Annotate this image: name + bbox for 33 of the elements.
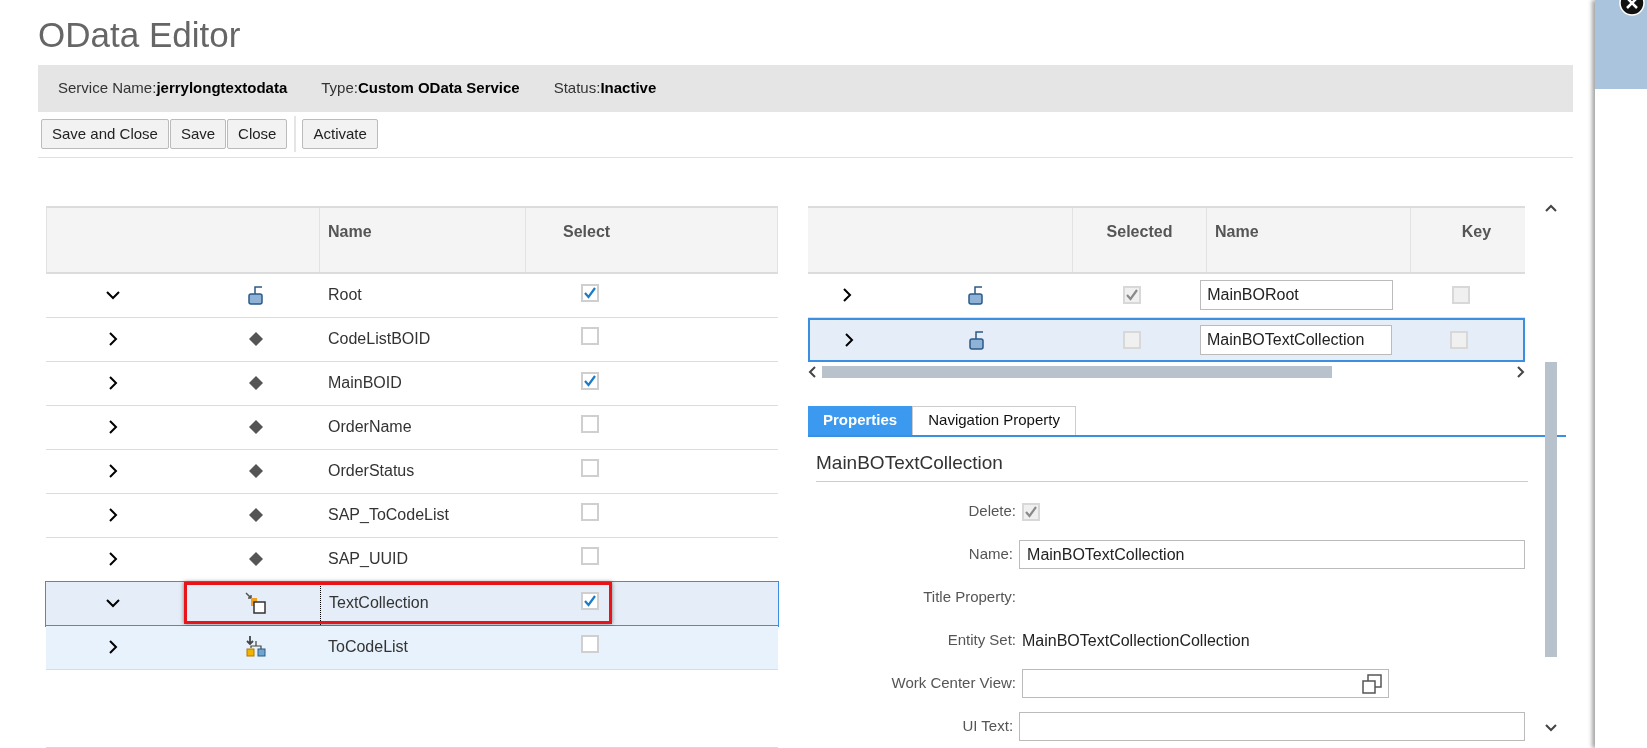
text-field[interactable]: MainBOTextCollection	[1019, 540, 1525, 569]
table-cell-text: MainBOID	[327, 373, 403, 393]
toolbar-button[interactable]: Save and Close	[41, 119, 169, 150]
field-label: Delete:	[967, 501, 1017, 522]
info-text: Service Name:jerrylongtextodata	[58, 78, 288, 99]
column-header: Select	[526, 207, 778, 272]
table-cell-text: Root	[327, 285, 363, 305]
table-cell-text: SAP_ToCodeList	[327, 505, 450, 525]
table-cell-text: OrderStatus	[327, 461, 416, 481]
page-title: OData Editor	[38, 14, 242, 56]
field-value: MainBOTextCollectionCollection	[1022, 630, 1250, 651]
toolbar-button[interactable]: Close	[227, 119, 288, 150]
column-header: Name	[1207, 207, 1411, 272]
column-header: Key	[1411, 207, 1525, 272]
info-text: Status:Inactive	[553, 78, 657, 99]
field-label: Entity Set:	[946, 630, 1017, 651]
field-label: Title Property:	[922, 587, 1017, 608]
toolbar-button[interactable]: Save	[169, 119, 227, 150]
table-cell-text: ToCodeList	[327, 637, 410, 657]
toolbar-button[interactable]: Activate	[302, 119, 378, 150]
tab[interactable]: Navigation Property	[912, 405, 1076, 435]
tree-row[interactable]: TextCollection	[46, 581, 778, 626]
column-header: Name	[320, 207, 526, 272]
field-label: Name:	[967, 544, 1015, 565]
table-cell-text: CodeListBOID	[327, 329, 432, 349]
field-label: Work Center View:	[890, 673, 1017, 694]
info-text: Type:Custom OData Service	[321, 78, 520, 99]
table-cell-text: SAP_UUID	[327, 549, 410, 569]
tree-row[interactable]: ToCodeList	[46, 625, 778, 670]
field-label: UI Text:	[961, 716, 1015, 737]
column-header: Selected	[1073, 207, 1207, 272]
table-cell-text: OrderName	[327, 417, 413, 437]
section-heading: MainBOTextCollection	[816, 448, 1528, 482]
